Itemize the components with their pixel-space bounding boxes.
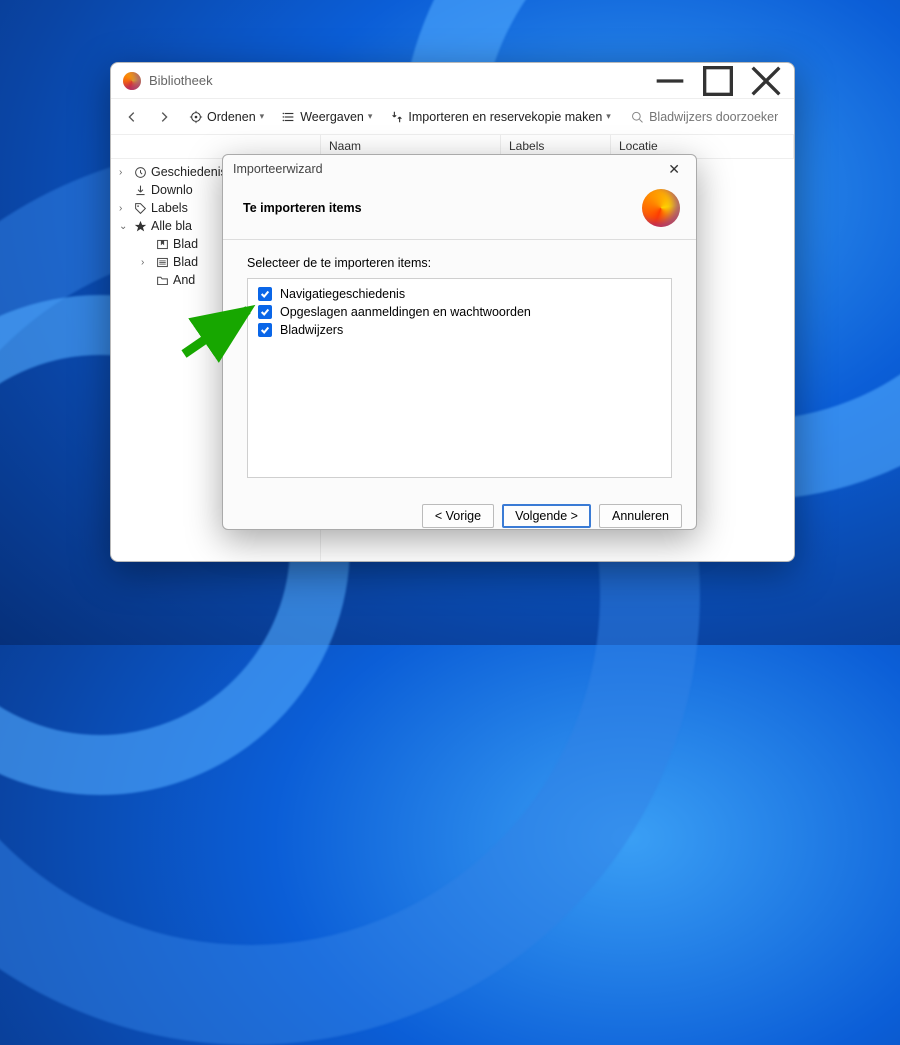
- wizard-items-list: Navigatiegeschiedenis Opgeslagen aanmeld…: [247, 278, 672, 478]
- firefox-icon: [642, 189, 680, 227]
- minimize-button[interactable]: [650, 67, 690, 95]
- sidebar-label: Alle bla: [151, 219, 192, 233]
- window-controls: [650, 67, 786, 95]
- search-box[interactable]: [623, 108, 786, 126]
- wizard-close-button[interactable]: ✕: [662, 159, 686, 180]
- window-title: Bibliotheek: [149, 73, 650, 88]
- toolbar: Ordenen Weergaven Importeren en reservek…: [111, 99, 794, 135]
- sidebar-label: Blad: [173, 255, 198, 269]
- wizard-header: Te importeren items: [223, 183, 696, 240]
- back-button[interactable]: [119, 106, 145, 128]
- views-menu[interactable]: Weergaven: [276, 106, 378, 128]
- wizard-body: Selecteer de te importeren items: Naviga…: [223, 240, 696, 494]
- sidebar-label: Geschiedenis: [151, 165, 227, 179]
- wizard-titlebar: Importeerwizard ✕: [223, 155, 696, 183]
- organize-menu[interactable]: Ordenen: [183, 106, 270, 128]
- sidebar-label: Downlo: [151, 183, 193, 197]
- close-button[interactable]: [746, 67, 786, 95]
- sidebar-label: Labels: [151, 201, 188, 215]
- star-icon: [133, 220, 147, 233]
- sidebar-label: Blad: [173, 237, 198, 251]
- bookmark-toolbar-icon: [155, 238, 169, 251]
- sidebar-label: And: [173, 273, 195, 287]
- clock-icon: [133, 166, 147, 179]
- import-item-row[interactable]: Navigatiegeschiedenis: [258, 285, 661, 303]
- bookmark-menu-icon: [155, 256, 169, 269]
- import-item-label: Bladwijzers: [280, 323, 343, 337]
- import-item-row[interactable]: Opgeslagen aanmeldingen en wachtwoorden: [258, 303, 661, 321]
- checkbox-checked-icon[interactable]: [258, 323, 272, 337]
- titlebar: Bibliotheek: [111, 63, 794, 99]
- search-icon: [631, 110, 643, 124]
- import-backup-menu[interactable]: Importeren en reservekopie maken: [384, 106, 616, 128]
- import-item-row[interactable]: Bladwijzers: [258, 321, 661, 339]
- download-icon: [133, 184, 147, 197]
- tag-icon: [133, 202, 147, 215]
- organize-label: Ordenen: [207, 110, 256, 124]
- firefox-icon: [123, 72, 141, 90]
- search-input[interactable]: [649, 110, 778, 124]
- views-label: Weergaven: [300, 110, 364, 124]
- wizard-title: Importeerwizard: [233, 162, 662, 176]
- checkbox-checked-icon[interactable]: [258, 287, 272, 301]
- next-button[interactable]: Volgende >: [502, 504, 591, 528]
- import-item-label: Navigatiegeschiedenis: [280, 287, 405, 301]
- cancel-button[interactable]: Annuleren: [599, 504, 682, 528]
- wizard-footer: < Vorige Volgende > Annuleren: [223, 494, 696, 538]
- forward-button[interactable]: [151, 106, 177, 128]
- maximize-button[interactable]: [698, 67, 738, 95]
- wizard-prompt: Selecteer de te importeren items:: [247, 256, 672, 270]
- import-item-label: Opgeslagen aanmeldingen en wachtwoorden: [280, 305, 531, 319]
- folder-icon: [155, 274, 169, 287]
- back-button[interactable]: < Vorige: [422, 504, 494, 528]
- import-label: Importeren en reservekopie maken: [408, 110, 602, 124]
- checkbox-checked-icon[interactable]: [258, 305, 272, 319]
- wizard-heading: Te importeren items: [243, 201, 642, 215]
- import-wizard-dialog: Importeerwizard ✕ Te importeren items Se…: [222, 154, 697, 530]
